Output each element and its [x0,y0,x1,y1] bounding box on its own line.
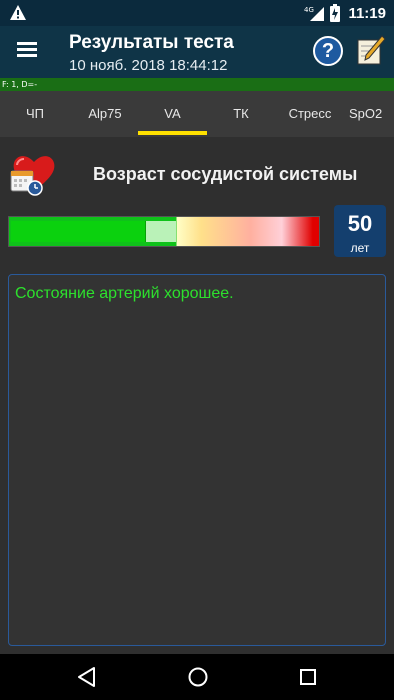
recent-apps-icon[interactable] [298,667,318,687]
menu-icon [17,42,37,45]
tab-tk[interactable]: ТК [207,91,275,137]
tab-stress[interactable]: Стресс [275,91,345,137]
tab-label: Стресс [288,106,332,121]
page-title: Результаты теста [69,32,234,53]
menu-icon-line [17,48,37,51]
edit-icon [357,35,386,65]
status-bar: 4G 11:19 [0,0,394,26]
tab-alp75[interactable]: Alp75 [70,91,140,137]
meter-track [11,221,176,242]
signal-icon: 4G [304,6,325,21]
tab-label: Alp75 [88,106,122,121]
status-indicators: 4G 11:19 [304,3,386,23]
section-title: Возраст сосудистой системы [93,164,358,184]
tab-spo2[interactable]: SpO2 [345,91,394,137]
test-datetime: 10 нояб. 2018 18:44:12 [69,57,228,74]
warning-icon [10,5,26,20]
result-message-text: Состояние артерий хорошее. [15,285,234,302]
tab-va[interactable]: VA [138,91,207,137]
vascular-age-badge: 50 лет [334,205,386,257]
debug-strip: F: 1, D=- [0,78,394,91]
edit-button[interactable] [356,34,386,66]
menu-button[interactable] [14,39,40,65]
app-toolbar: Результаты теста 10 нояб. 2018 18:44:12 … [0,26,394,78]
status-clock: 11:19 [348,4,386,22]
back-icon[interactable] [76,666,98,688]
help-button[interactable]: ? [313,36,343,66]
result-message: Состояние артерий хорошее. [8,274,386,646]
meter-fill [11,221,147,242]
tab-label: SpO2 [349,106,383,121]
vascular-age-meter [8,216,320,247]
tab-label: VA [164,106,181,121]
age-unit: лет [350,241,370,255]
help-icon: ? [321,40,335,62]
heart-calendar-icon [10,156,55,196]
tab-label: ТК [233,106,249,121]
system-nav-bar [0,654,394,700]
battery-icon [330,4,341,22]
result-panel: Возраст сосудистой системы 50 лет Состоя… [0,137,394,654]
menu-icon-line [17,54,37,57]
age-value: 50 [347,211,373,236]
tab-label: ЧП [25,106,44,121]
svg-text:4G: 4G [304,6,314,14]
tab-bar: ЧП Alp75 VA ТК Стресс SpO2 [0,91,394,137]
tab-chp[interactable]: ЧП [0,91,70,137]
home-icon[interactable] [187,666,209,688]
